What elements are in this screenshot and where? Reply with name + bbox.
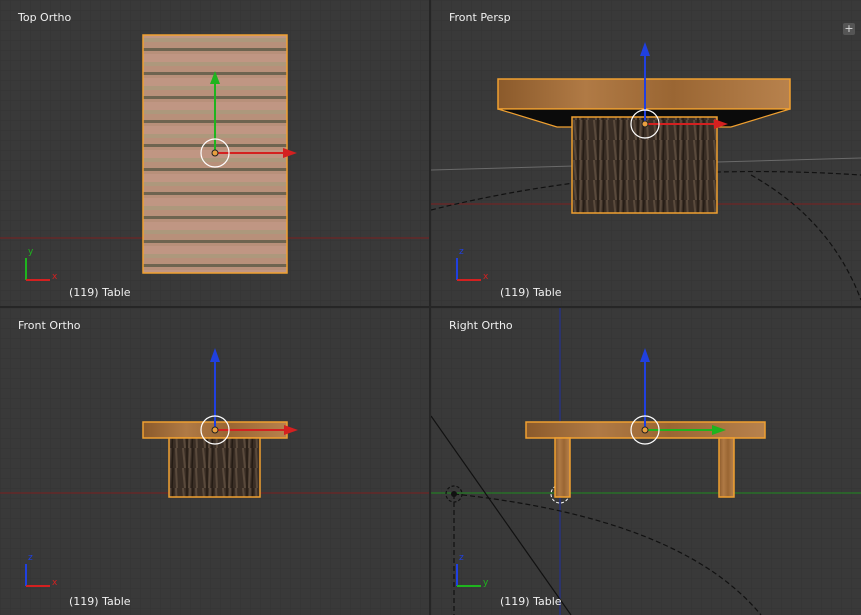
object-origin — [641, 426, 649, 434]
gizmo-x-label: x — [483, 272, 489, 282]
viewport-status: (119) Table — [500, 595, 562, 608]
viewport-status: (119) Table — [69, 286, 131, 299]
gizmo-y-label: y — [28, 247, 34, 257]
gizmo-z-label: z — [459, 553, 464, 563]
viewport-label: Right Ortho — [449, 319, 513, 332]
viewport-top-ortho[interactable]: y x Top Ortho (119) Table — [0, 0, 429, 306]
gizmo-z-label: z — [459, 247, 464, 257]
gizmo-x-label: x — [52, 272, 58, 282]
table-base-mesh — [168, 437, 261, 498]
object-origin — [211, 426, 219, 434]
viewport-label: Top Ortho — [18, 11, 72, 24]
viewport-front-persp[interactable]: z x + Front Persp (119) Table — [431, 0, 861, 306]
viewport-canvas[interactable]: z x — [0, 308, 429, 615]
object-origin — [641, 120, 649, 128]
gizmo-y-label: y — [483, 578, 489, 588]
gizmo-x-label: x — [52, 578, 58, 588]
view-options-plus-icon[interactable]: + — [843, 23, 855, 35]
viewport-label: Front Ortho — [18, 319, 81, 332]
viewport-status: (119) Table — [500, 286, 562, 299]
viewport-right-ortho[interactable]: z y Right Ortho (119) Table — [431, 308, 861, 615]
viewport-canvas[interactable]: z x — [431, 0, 861, 306]
viewport-status: (119) Table — [69, 595, 131, 608]
viewport-canvas[interactable]: z y — [431, 308, 861, 615]
gizmo-z-label: z — [28, 553, 33, 563]
object-origin — [211, 149, 219, 157]
viewport-front-ortho[interactable]: z x Front Ortho (119) Table — [0, 308, 429, 615]
viewport-label: Front Persp — [449, 11, 511, 24]
viewport-canvas[interactable]: y x — [0, 0, 429, 306]
table-base-mesh — [571, 116, 718, 214]
table-leg-left — [554, 437, 571, 498]
table-leg-right — [718, 437, 735, 498]
